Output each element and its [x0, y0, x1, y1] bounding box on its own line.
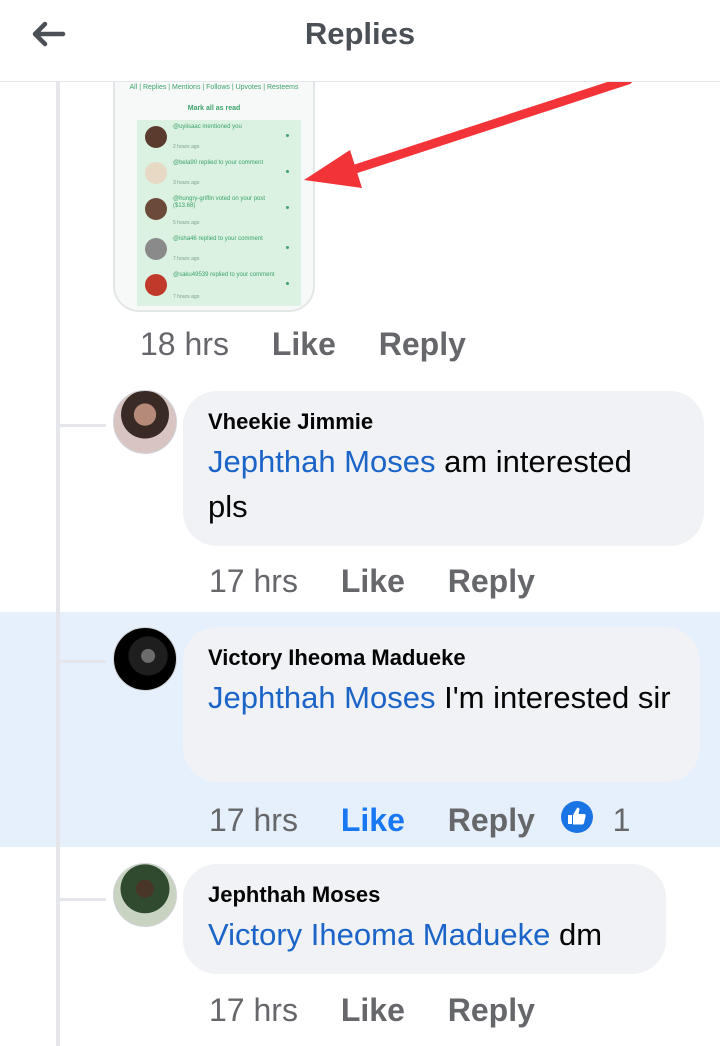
thread-line	[56, 82, 60, 1046]
image-notification: @bela90 replied to your comment 3 hours …	[137, 156, 301, 192]
unread-dot	[286, 206, 289, 209]
unread-dot	[286, 134, 289, 137]
comment-time: 18 hrs	[140, 326, 229, 362]
image-notification-avatar	[145, 126, 167, 148]
unread-dot	[286, 246, 289, 249]
image-notification-text: @bela90 replied to your comment	[173, 160, 264, 166]
like-button[interactable]: Like	[272, 326, 336, 362]
image-notification-text: @saku49539 replied to your comment	[173, 272, 275, 278]
thread-branch	[60, 660, 106, 663]
comment-bubble: Jephthah Moses Victory Iheoma Madueke dm	[183, 864, 666, 974]
image-notification-avatar	[145, 274, 167, 296]
avatar[interactable]	[113, 390, 177, 454]
comment-body: dm	[550, 917, 603, 952]
thread-branch	[60, 424, 106, 427]
image-notification-text: @isha46 replied to your comment	[173, 236, 263, 242]
like-button[interactable]: Like	[341, 992, 405, 1028]
reply-button[interactable]: Reply	[448, 563, 535, 599]
comment-body: I'm interested sir	[435, 680, 671, 715]
reaction-count[interactable]: 1	[613, 802, 631, 838]
image-notification: @uyiisaac mentioned you 2 hours ago	[137, 120, 301, 156]
reply-button[interactable]: Reply	[448, 802, 535, 838]
like-button-active[interactable]: Like	[341, 802, 405, 838]
image-notification: @hungry-griffin voted on your post ($13.…	[137, 192, 301, 232]
comment-author[interactable]: Vheekie Jimmie	[208, 408, 678, 436]
like-button[interactable]: Like	[341, 563, 405, 599]
image-notification-text: @hungry-griffin voted on your post ($13.…	[173, 196, 266, 209]
comment-time: 17 hrs	[209, 802, 298, 838]
mention-link[interactable]: Victory Iheoma Madueke	[208, 917, 550, 952]
image-notification-avatar	[145, 162, 167, 184]
image-notification-time: 7 hours ago	[173, 294, 200, 300]
comment-author[interactable]: Victory Iheoma Madueke	[208, 644, 674, 672]
comment-actions: 17 hrs Like Reply	[209, 563, 535, 600]
comment-time: 17 hrs	[209, 992, 298, 1028]
image-notification-time: 7 hours ago	[173, 256, 200, 262]
like-thumb-icon[interactable]	[560, 800, 594, 842]
top-bar: Replies	[0, 0, 720, 82]
image-notification-avatar	[145, 198, 167, 220]
comment-bubble: Victory Iheoma Madueke Jephthah Moses I'…	[183, 627, 700, 782]
comment-text: Jephthah Moses am interested pls	[208, 439, 678, 529]
image-notification-avatar	[145, 238, 167, 260]
reply-button[interactable]: Reply	[379, 326, 466, 362]
page-title: Replies	[304, 16, 416, 51]
unread-dot	[286, 170, 289, 173]
image-notification: @saku49539 replied to your comment 7 hou…	[137, 268, 301, 306]
image-notification: @isha46 replied to your comment 7 hours …	[137, 232, 301, 268]
mention-link[interactable]: Jephthah Moses	[208, 680, 435, 715]
reply-button[interactable]: Reply	[448, 992, 535, 1028]
comment-text: Jephthah Moses I'm interested sir	[208, 675, 674, 720]
unread-dot	[286, 282, 289, 285]
mention-link[interactable]: Jephthah Moses	[208, 444, 435, 479]
avatar[interactable]	[113, 863, 177, 927]
avatar[interactable]	[113, 627, 177, 691]
image-notification-time: 2 hours ago	[173, 144, 200, 150]
image-mark-all-text: Mark all as read	[187, 105, 241, 112]
image-notification-time: 3 hours ago	[173, 180, 200, 186]
comment-actions: 17 hrs Like Reply 1	[209, 800, 630, 842]
thread-branch	[60, 898, 106, 901]
red-arrow-annotation	[304, 75, 633, 188]
image-tabs-text: All | Replies | Mentions | Follows | Upv…	[129, 84, 299, 91]
thread-line-segment	[56, 612, 60, 847]
comment-text: Victory Iheoma Madueke dm	[208, 912, 640, 957]
parent-comment-actions: 18 hrs Like Reply	[140, 326, 466, 363]
comment-bubble: Vheekie Jimmie Jephthah Moses am interes…	[183, 391, 704, 546]
comment-actions: 17 hrs Like Reply	[209, 992, 535, 1029]
image-notification-time: 5 hours ago	[173, 220, 200, 226]
comment-image[interactable]: All | Replies | Mentions | Follows | Upv…	[113, 78, 315, 312]
comment-author[interactable]: Jephthah Moses	[208, 881, 640, 909]
image-notification-text: @uyiisaac mentioned you	[173, 124, 242, 130]
comment-time: 17 hrs	[209, 563, 298, 599]
